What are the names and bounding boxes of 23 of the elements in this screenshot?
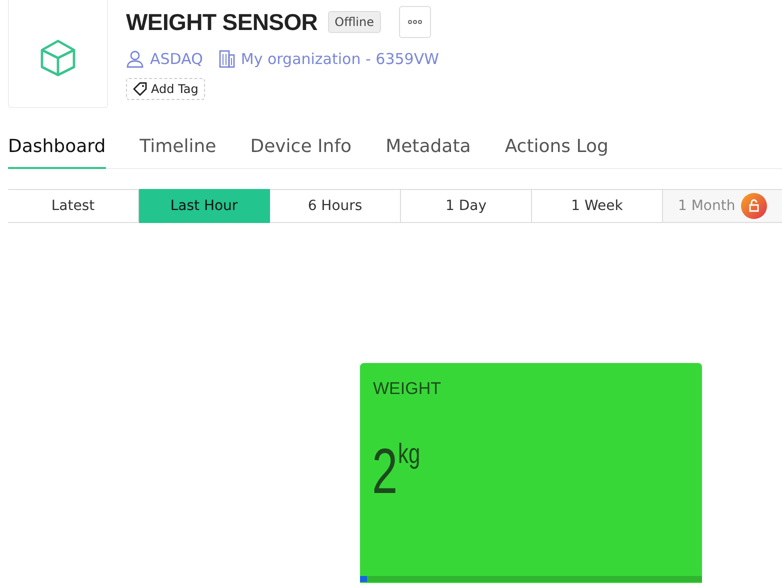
add-tag-button[interactable]: Add Tag <box>126 78 206 100</box>
time-range-button[interactable]: Latest <box>8 189 139 223</box>
tab[interactable]: Device Info <box>250 130 352 169</box>
time-range-button[interactable]: 1 Week <box>532 189 663 223</box>
cube-icon <box>40 39 76 77</box>
more-icon <box>408 20 422 24</box>
tab[interactable]: Metadata <box>386 130 471 169</box>
time-range-button[interactable]: Last Hour <box>139 189 270 223</box>
time-range-button[interactable]: 1 Day <box>401 189 532 223</box>
more-button[interactable] <box>399 6 431 38</box>
building-icon <box>218 50 235 68</box>
tab[interactable]: Actions Log <box>504 130 608 169</box>
weight-unit: kg <box>398 439 420 470</box>
user-icon <box>126 50 144 68</box>
device-title: WEIGHT SENSOR <box>126 8 318 36</box>
tab[interactable]: Timeline <box>140 130 216 169</box>
widget-title: WEIGHT <box>373 379 442 399</box>
lock-icon <box>741 193 768 219</box>
time-range-button[interactable]: 6 Hours <box>270 189 401 223</box>
weight-value: 2 <box>372 439 398 503</box>
tab[interactable]: Dashboard <box>8 130 106 169</box>
status-label: Offline <box>328 11 381 33</box>
tag-icon <box>133 82 147 96</box>
